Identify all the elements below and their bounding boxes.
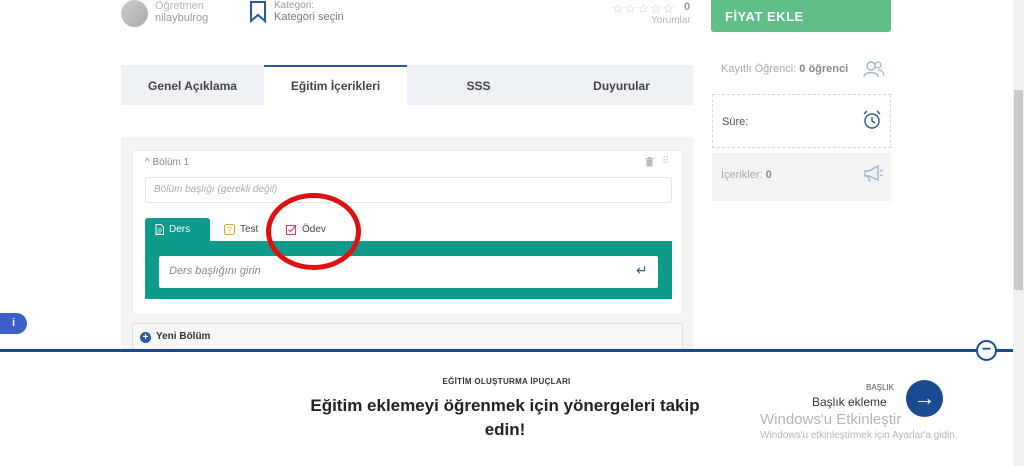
scrollbar-thumb[interactable] <box>1014 90 1023 290</box>
course-tabs: Genel Açıklama Eğitim İçerikleri SSS Duy… <box>121 65 693 105</box>
contents-label: İçerikler: <box>721 169 763 181</box>
new-section-button[interactable] <box>132 323 683 351</box>
tips-message: Eğitim eklemeyi öğrenmek için yönergeler… <box>310 396 700 439</box>
subtab-lesson[interactable]: Ders <box>145 218 210 242</box>
activation-watermark-title: Windows'u Etkinleştir <box>760 411 902 428</box>
reviews-label[interactable]: Yorumlar <box>651 15 691 26</box>
enrolled-value: 0 öğrenci <box>799 63 849 75</box>
red-highlight-circle <box>266 193 361 270</box>
trash-icon[interactable] <box>645 157 654 170</box>
category-label: Kategori: <box>274 0 315 11</box>
section-title[interactable]: ^ Bölüm 1 <box>145 157 189 168</box>
quiz-icon: ? <box>224 224 235 238</box>
megaphone-icon <box>863 164 885 188</box>
next-step-title: Başlık ekleme <box>812 395 887 409</box>
info-icon[interactable]: i <box>0 313 27 334</box>
avatar <box>121 0 148 27</box>
duration-row: Süre: <box>712 94 891 148</box>
enrolled-label: Kayıtlı Öğrenci: <box>721 63 797 75</box>
subtab-quiz[interactable]: ? Test <box>214 218 268 242</box>
enrolled-students-row: Kayıtlı Öğrenci: 0 öğrenci <box>712 56 891 86</box>
tips-kicker: EĞİTİM OLUŞTURMA İPUÇLARI <box>442 377 571 386</box>
contents-value: 0 <box>765 169 772 181</box>
next-step-kicker: BAŞLIK <box>866 383 895 392</box>
activation-watermark-subtitle: Windows'u etkinleştirmek için Ayarlar'a … <box>760 430 958 441</box>
teacher-name[interactable]: nilaybulrog <box>155 12 208 24</box>
next-step-button[interactable]: → <box>906 380 943 417</box>
new-section-label: Yeni Bölüm <box>156 331 211 342</box>
lesson-title-input[interactable]: Ders başlığını girin <box>159 256 658 288</box>
svg-text:?: ? <box>227 226 232 235</box>
contents-row: İçerikler: 0 <box>712 153 891 201</box>
tab-general-description[interactable]: Genel Açıklama <box>121 65 264 105</box>
plus-circle-icon: + <box>140 332 151 343</box>
rating-value: 0 <box>684 1 691 13</box>
document-icon <box>155 224 164 238</box>
alarm-clock-icon <box>862 110 882 135</box>
duration-label: Süre: <box>722 116 749 128</box>
tab-announcements[interactable]: Duyurular <box>550 65 693 105</box>
teacher-role: Öğretmen <box>155 0 204 12</box>
category-select[interactable]: Kategori seçin <box>274 11 344 23</box>
users-icon <box>863 60 885 83</box>
section-title-input[interactable]: Bölüm başlığı (gerekli değil) <box>145 177 672 203</box>
bookmark-icon <box>249 1 267 28</box>
add-price-button[interactable]: FİYAT EKLE <box>711 0 891 32</box>
tab-faq[interactable]: SSS <box>407 65 550 105</box>
drag-handle-icon[interactable]: ⠿ <box>662 156 669 167</box>
chevron-up-icon[interactable]: ^ <box>145 157 150 168</box>
collapse-tips-button[interactable]: − <box>976 340 997 361</box>
tab-course-contents[interactable]: Eğitim İçerikleri <box>264 65 407 105</box>
enter-icon[interactable]: ↵ <box>636 262 648 279</box>
